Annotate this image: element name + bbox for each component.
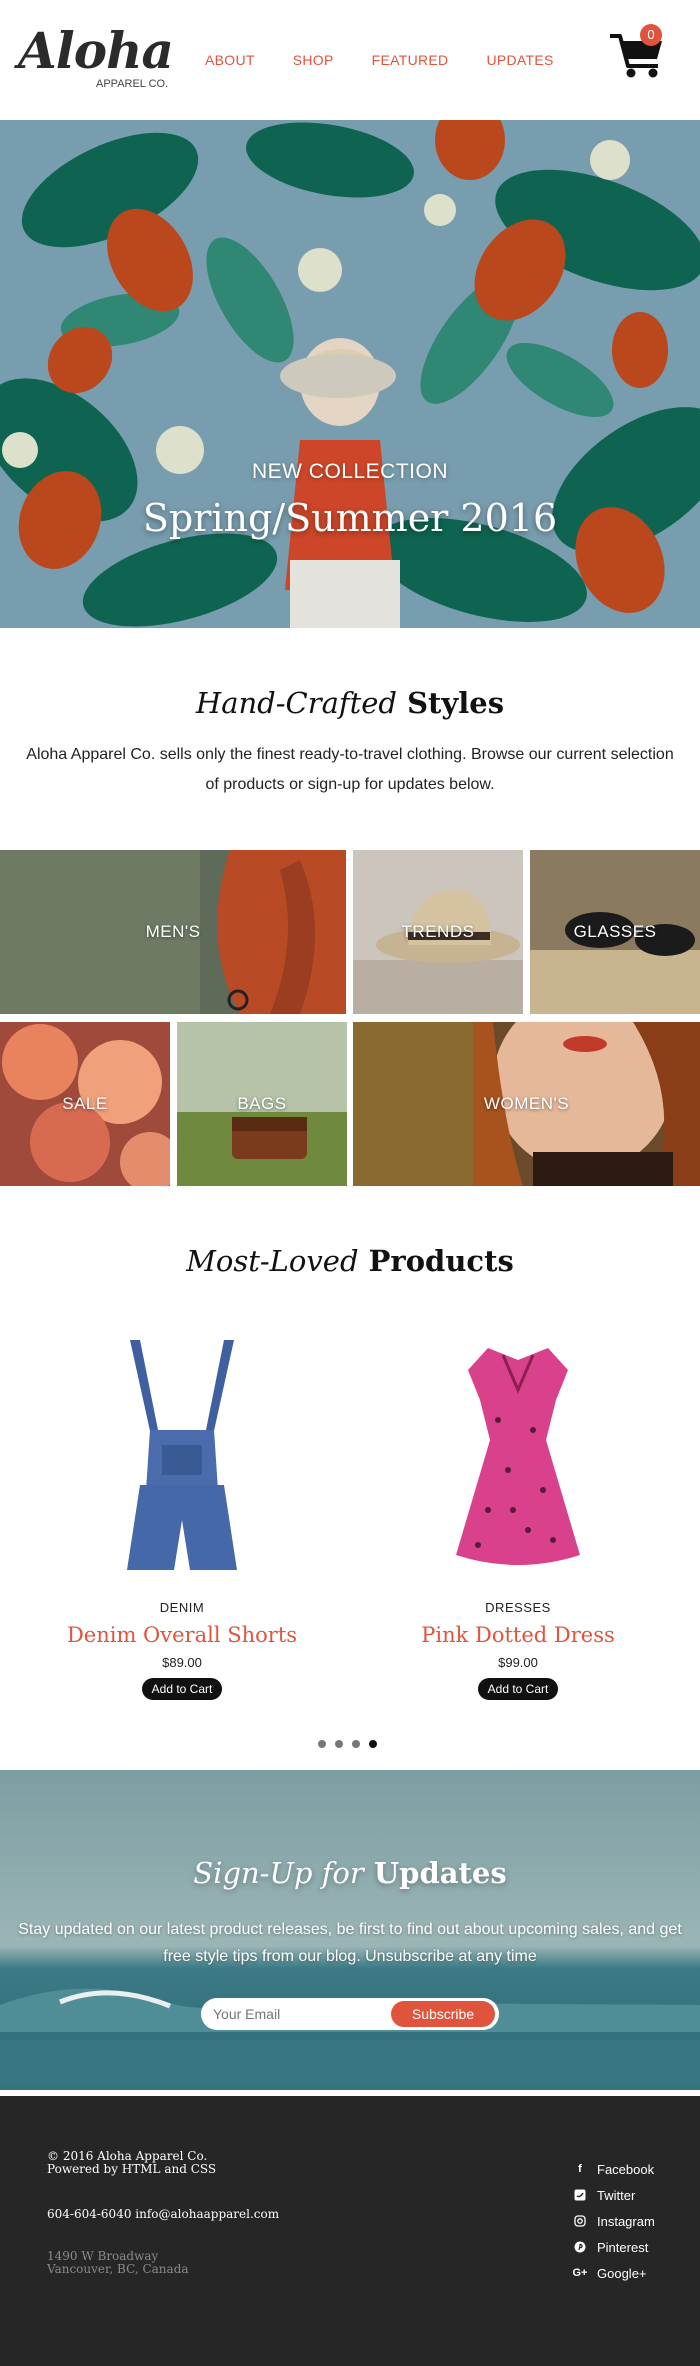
cart-button[interactable]: 0 <box>608 24 666 80</box>
product-name[interactable]: Pink Dotted Dress <box>368 1623 668 1647</box>
carousel-dot[interactable] <box>318 1740 326 1748</box>
category-tile-mens[interactable]: MEN'S <box>0 850 346 1014</box>
products-title-bold: Products <box>368 1244 514 1278</box>
category-label-mens: MEN'S <box>145 922 201 941</box>
products-title: Most-Loved Products <box>0 1244 700 1278</box>
facebook-icon: f <box>578 2163 582 2175</box>
social-label: Pinterest <box>597 2239 649 2255</box>
add-to-cart-button[interactable]: Add to Cart <box>477 1678 559 1700</box>
signup-title-italic: Sign-Up for <box>193 1856 364 1890</box>
category-label-womens: WOMEN'S <box>483 1094 570 1113</box>
logo[interactable]: Aloha APPAREL CO. <box>18 21 174 91</box>
social-label: Twitter <box>597 2187 636 2203</box>
carousel-dot[interactable] <box>352 1740 360 1748</box>
category-label-glasses: GLASSES <box>573 922 657 941</box>
category-tile-sale[interactable]: SALE <box>0 1022 170 1186</box>
intro-title: Hand-Crafted Styles <box>0 686 700 720</box>
products-section: Most-Loved Products DENIM Denim Overall … <box>0 1190 700 1770</box>
social-links: f Facebook Twitter Instagram Pinterest G… <box>571 2156 655 2286</box>
logo-subtitle: APPAREL CO. <box>96 78 169 90</box>
category-grid: MEN'S TRENDS GLASSES SALE BAGS WOMEN'S <box>0 850 700 1190</box>
category-label-bags: BAGS <box>237 1094 287 1113</box>
social-google-plus[interactable]: G+ Google+ <box>571 2260 655 2286</box>
category-label-trends: TRENDS <box>401 922 475 941</box>
product-price: $99.00 <box>498 1655 538 1670</box>
product-image[interactable] <box>32 1330 332 1590</box>
nav-shop[interactable]: SHOP <box>293 52 334 68</box>
address-block: 1490 W Broadway Vancouver, BC, Canada <box>47 2250 189 2276</box>
signup-form: Subscribe <box>201 1998 499 2030</box>
product-name[interactable]: Denim Overall Shorts <box>32 1623 332 1647</box>
logo-wordmark: Aloha <box>18 21 174 80</box>
category-tile-trends[interactable]: TRENDS <box>353 850 523 1014</box>
instagram-icon <box>571 2214 589 2228</box>
social-label: Instagram <box>597 2213 655 2229</box>
hero-banner: NEW COLLECTION Spring/Summer 2016 <box>0 120 700 628</box>
google-plus-icon: G+ <box>572 2267 588 2279</box>
product-image[interactable] <box>368 1330 668 1590</box>
main-nav: ABOUT SHOP FEATURED UPDATES <box>205 52 592 68</box>
social-pinterest[interactable]: Pinterest <box>571 2234 655 2260</box>
carousel-dots <box>318 1740 386 1748</box>
signup-text: Stay updated on our latest product relea… <box>18 1921 682 1965</box>
signup-title: Sign-Up for Updates <box>0 1856 700 1890</box>
social-label: Google+ <box>597 2265 647 2281</box>
product-category: DRESSES <box>485 1600 551 1615</box>
nav-featured[interactable]: FEATURED <box>372 52 449 68</box>
nav-about[interactable]: ABOUT <box>205 52 255 68</box>
subscribe-button[interactable]: Subscribe <box>391 2001 495 2027</box>
pink-dress-image <box>456 1348 580 1565</box>
social-twitter[interactable]: Twitter <box>571 2182 655 2208</box>
overall-shorts-image <box>127 1340 237 1570</box>
hero-image <box>0 120 700 628</box>
pinterest-icon <box>571 2240 589 2254</box>
intro-title-bold: Styles <box>407 686 505 720</box>
category-label-sale: SALE <box>62 1094 108 1113</box>
social-instagram[interactable]: Instagram <box>571 2208 655 2234</box>
signup-section: Sign-Up for Updates Stay updated on our … <box>0 1770 700 2090</box>
carousel-dot[interactable] <box>335 1740 343 1748</box>
cart-count-badge: 0 <box>640 24 662 46</box>
email-input[interactable] <box>213 2004 373 2024</box>
product-card: DENIM Denim Overall Shorts $89.00 Add to… <box>32 1330 332 1700</box>
social-facebook[interactable]: f Facebook <box>571 2156 655 2182</box>
product-category: DENIM <box>159 1600 205 1615</box>
nav-updates[interactable]: UPDATES <box>486 52 553 68</box>
site-header: Aloha APPAREL CO. ABOUT SHOP FEATURED UP… <box>0 0 700 120</box>
add-to-cart-button[interactable]: Add to Cart <box>141 1678 223 1700</box>
address-line-2: Vancouver, BC, Canada <box>47 2262 189 2276</box>
intro-section: Hand-Crafted Styles Aloha Apparel Co. se… <box>0 628 700 850</box>
signup-title-bold: Updates <box>373 1856 507 1890</box>
site-footer: © 2016 Aloha Apparel Co. Powered by HTML… <box>0 2096 700 2366</box>
product-price: $89.00 <box>162 1655 202 1670</box>
intro-text: Aloha Apparel Co. sells only the finest … <box>26 746 674 793</box>
product-card: DRESSES Pink Dotted Dress $99.00 Add to … <box>368 1330 668 1700</box>
hero-kicker: NEW COLLECTION <box>251 460 449 483</box>
twitter-icon <box>571 2188 589 2202</box>
hero-title: Spring/Summer 2016 <box>142 496 558 540</box>
social-label: Facebook <box>597 2161 655 2177</box>
category-tile-womens[interactable]: WOMEN'S <box>353 1022 700 1186</box>
footer-copyright-block: © 2016 Aloha Apparel Co. Powered by HTML… <box>47 2150 216 2176</box>
category-tile-glasses[interactable]: GLASSES <box>530 850 700 1014</box>
category-tile-bags[interactable]: BAGS <box>177 1022 347 1186</box>
products-title-italic: Most-Loved <box>186 1244 359 1278</box>
powered-by-text: Powered by HTML and CSS <box>47 2162 217 2176</box>
contact-info: 604-604-6040 info@alohaapparel.com <box>47 2207 280 2221</box>
intro-title-italic: Hand-Crafted <box>195 686 397 720</box>
carousel-dot-active[interactable] <box>369 1740 377 1748</box>
